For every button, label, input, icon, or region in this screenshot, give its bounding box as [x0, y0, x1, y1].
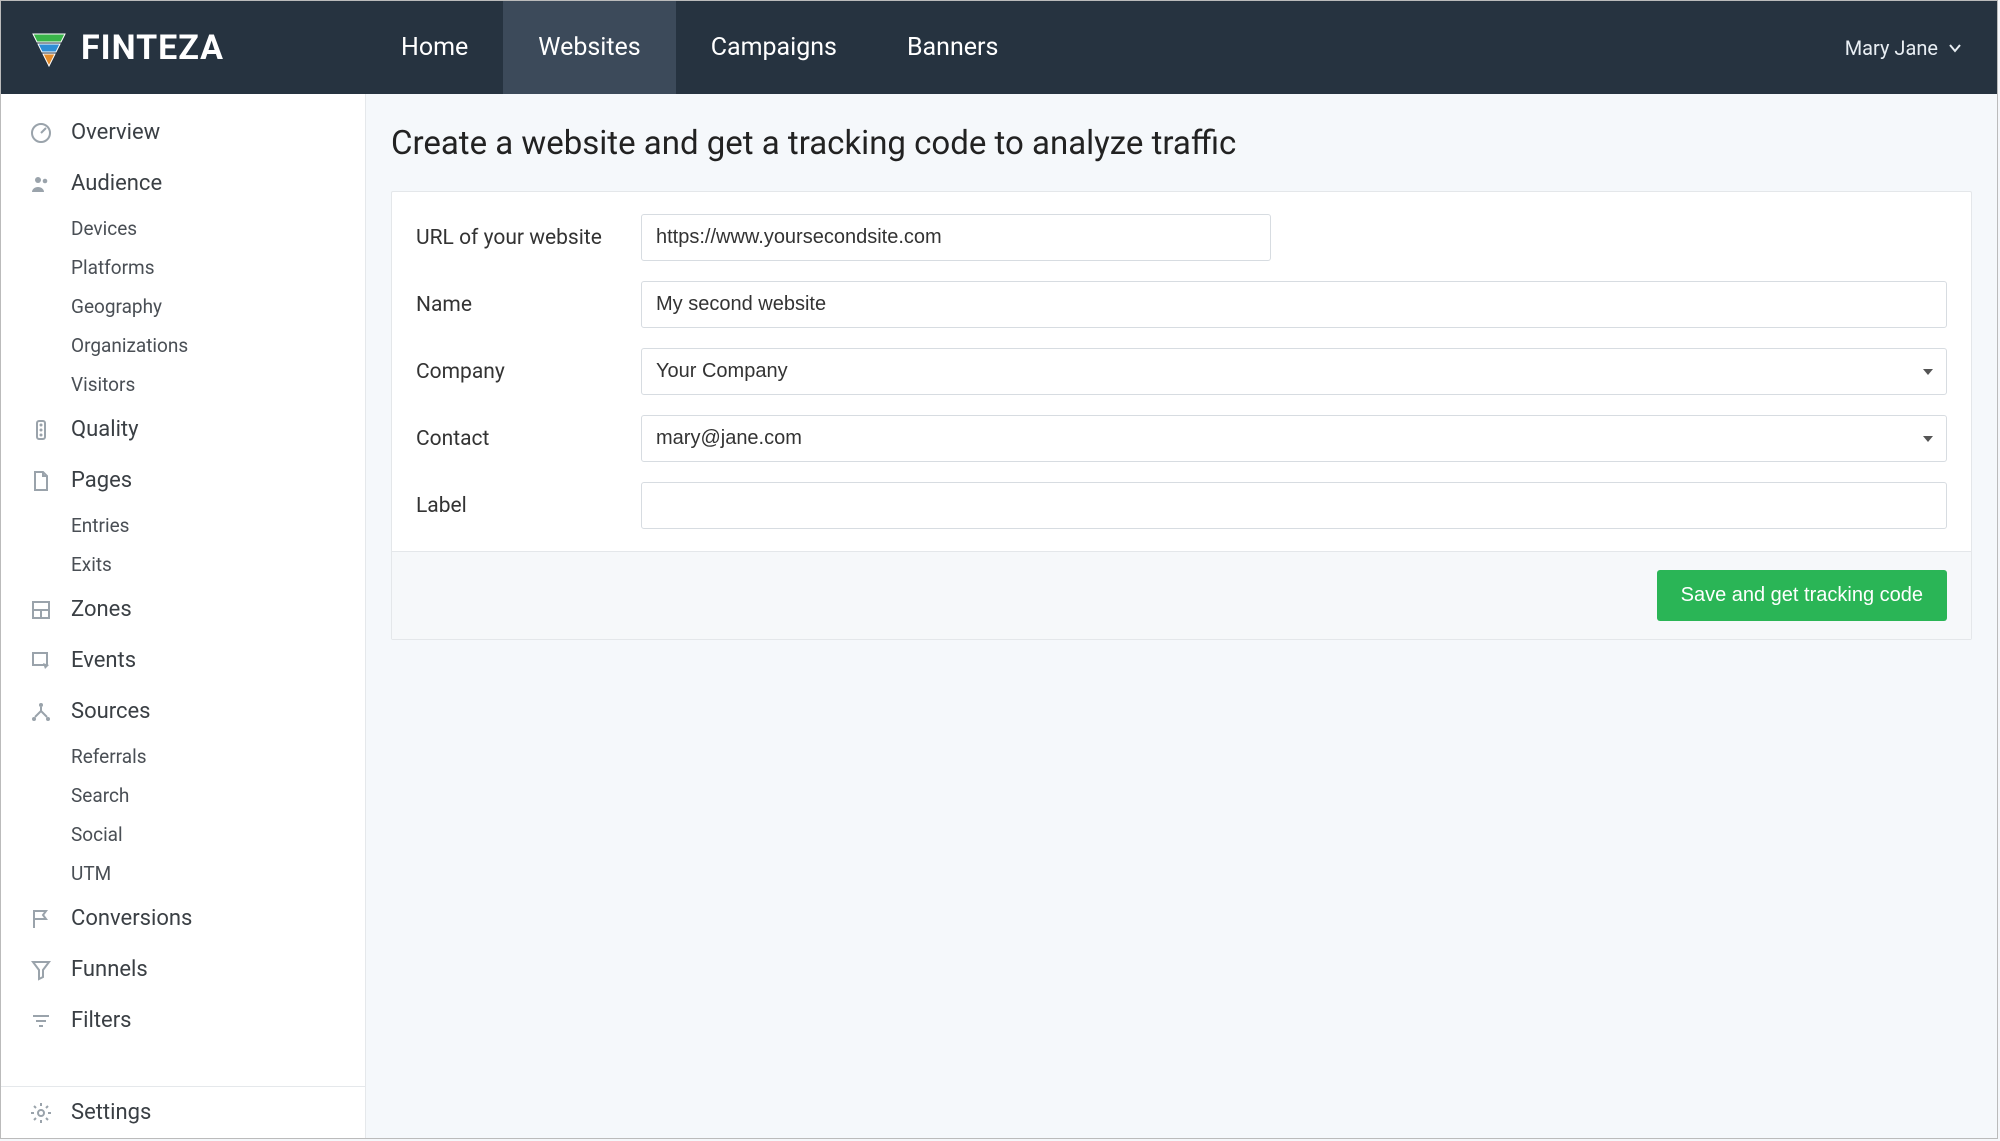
sidebar-sub-visitors[interactable]: Visitors [1, 365, 365, 404]
sidebar-item-label: Overview [71, 120, 160, 145]
tab-label: Banners [907, 33, 998, 62]
top-nav: Home Websites Campaigns Banners [366, 1, 1033, 94]
sidebar-item-label: Funnels [71, 957, 148, 982]
sidebar-item-label: Filters [71, 1008, 132, 1033]
tab-label: Campaigns [711, 33, 837, 62]
topbar: FINTEZA Home Websites Campaigns Banners … [1, 1, 1997, 94]
sidebar-sub-social[interactable]: Social [1, 815, 365, 854]
layout-icon [29, 598, 53, 622]
flag-icon [29, 907, 53, 931]
sidebar-item-label: Pages [71, 468, 132, 493]
sidebar-item-label: Audience [71, 171, 162, 196]
traffic-light-icon [29, 418, 53, 442]
cursor-icon [29, 649, 53, 673]
sidebar-sub-platforms[interactable]: Platforms [1, 248, 365, 287]
sidebar-item-audience[interactable]: Audience [1, 158, 365, 209]
contact-select[interactable] [641, 415, 1947, 462]
contact-label: Contact [416, 427, 641, 451]
sidebar-item-label: Zones [71, 597, 132, 622]
create-website-form: URL of your website Name Company Contact [391, 191, 1972, 640]
tab-campaigns[interactable]: Campaigns [676, 1, 872, 94]
sidebar-item-pages[interactable]: Pages [1, 455, 365, 506]
save-tracking-button[interactable]: Save and get tracking code [1657, 570, 1947, 621]
tab-home[interactable]: Home [366, 1, 503, 94]
brand-name: FINTEZA [81, 28, 224, 68]
sidebar-sub-utm[interactable]: UTM [1, 854, 365, 893]
sidebar-item-label: Events [71, 648, 136, 673]
sidebar-item-label: Conversions [71, 906, 192, 931]
sidebar-item-label: Quality [71, 417, 139, 442]
sidebar-sub-geography[interactable]: Geography [1, 287, 365, 326]
name-label: Name [416, 293, 641, 317]
page-title: Create a website and get a tracking code… [391, 124, 1972, 163]
sidebar-item-events[interactable]: Events [1, 635, 365, 686]
main-content: Create a website and get a tracking code… [366, 94, 1997, 1138]
tab-label: Websites [538, 33, 640, 62]
user-name: Mary Jane [1845, 36, 1938, 60]
sidebar-sub-organizations[interactable]: Organizations [1, 326, 365, 365]
tab-websites[interactable]: Websites [503, 1, 675, 94]
sidebar-sub-entries[interactable]: Entries [1, 506, 365, 545]
tab-label: Home [401, 33, 468, 62]
sidebar-item-funnels[interactable]: Funnels [1, 944, 365, 995]
sidebar-sub-search[interactable]: Search [1, 776, 365, 815]
sidebar-sub-exits[interactable]: Exits [1, 545, 365, 584]
company-select[interactable] [641, 348, 1947, 395]
sidebar: Overview Audience Devices Platforms Geog… [1, 94, 366, 1138]
people-icon [29, 172, 53, 196]
finteza-logo-icon [29, 28, 69, 68]
funnel-icon [29, 958, 53, 982]
sidebar-item-label: Settings [71, 1100, 151, 1125]
sidebar-item-conversions[interactable]: Conversions [1, 893, 365, 944]
gauge-icon [29, 121, 53, 145]
sidebar-item-label: Sources [71, 699, 151, 724]
gear-icon [29, 1101, 53, 1125]
url-label: URL of your website [416, 226, 641, 250]
sidebar-item-settings[interactable]: Settings [1, 1087, 365, 1138]
url-input[interactable] [641, 214, 1271, 261]
user-menu[interactable]: Mary Jane [1845, 36, 1997, 60]
sidebar-item-overview[interactable]: Overview [1, 107, 365, 158]
label-field-label: Label [416, 494, 641, 518]
name-input[interactable] [641, 281, 1947, 328]
branch-icon [29, 700, 53, 724]
filter-lines-icon [29, 1009, 53, 1033]
company-label: Company [416, 360, 641, 384]
brand-logo[interactable]: FINTEZA [1, 28, 366, 68]
sidebar-item-quality[interactable]: Quality [1, 404, 365, 455]
sidebar-item-zones[interactable]: Zones [1, 584, 365, 635]
label-input[interactable] [641, 482, 1947, 529]
sidebar-sub-devices[interactable]: Devices [1, 209, 365, 248]
tab-banners[interactable]: Banners [872, 1, 1033, 94]
chevron-down-icon [1948, 41, 1962, 55]
page-icon [29, 469, 53, 493]
sidebar-sub-referrals[interactable]: Referrals [1, 737, 365, 776]
sidebar-item-sources[interactable]: Sources [1, 686, 365, 737]
sidebar-item-filters[interactable]: Filters [1, 995, 365, 1046]
